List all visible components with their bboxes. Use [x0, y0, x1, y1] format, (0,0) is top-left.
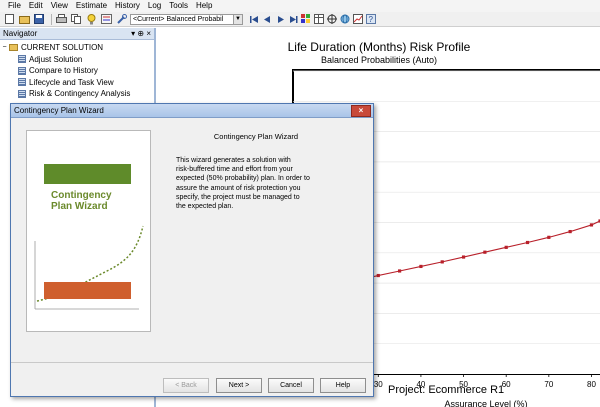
globe-icon[interactable] [340, 14, 350, 24]
tree-item-label: Risk & Contingency Analysis [29, 89, 131, 99]
back-button[interactable]: < Back [163, 378, 209, 393]
prev-icon[interactable] [262, 14, 272, 24]
illustration-orange-bar [44, 282, 131, 299]
solution-select-value: <Current> Balanced Probabil [133, 15, 224, 23]
tree-item-risk-contingency[interactable]: Risk & Contingency Analysis [0, 88, 154, 100]
data-point [440, 260, 444, 264]
open-icon[interactable] [18, 14, 30, 25]
menu-file[interactable]: File [4, 0, 25, 12]
navigator-header: Navigator ▾ ⊕ × [0, 28, 154, 40]
series-line [356, 220, 600, 281]
contingency-plan-wizard-dialog: Contingency Plan Wizard × Contingency Pl… [10, 103, 374, 397]
svg-text:?: ? [369, 15, 374, 24]
save-icon[interactable] [33, 14, 45, 25]
x-tick-label: 70 [544, 380, 553, 389]
illustration-title-line-1: Contingency [51, 190, 112, 201]
new-icon[interactable] [3, 14, 15, 25]
data-point [547, 235, 551, 239]
view-icon [18, 55, 26, 64]
tree-item-label: Compare to History [29, 66, 98, 76]
menu-log[interactable]: Log [144, 0, 165, 12]
folder-icon [9, 44, 18, 52]
data-point [397, 269, 402, 273]
project-label: Project: Ecommerce R1 [388, 384, 505, 396]
grid-icon[interactable] [301, 14, 311, 24]
chevron-down-icon[interactable]: ▼ [233, 14, 242, 24]
help-button[interactable]: Help [320, 378, 366, 393]
next-button[interactable]: Next > [216, 378, 262, 393]
wizard-illustration [26, 130, 151, 332]
app-window: File Edit View Estimate History Log Tool… [0, 0, 600, 407]
tree-item-compare-history[interactable]: Compare to History [0, 65, 154, 77]
wizard-description: This wizard generates a solution with ri… [176, 157, 310, 211]
menu-edit[interactable]: Edit [25, 0, 47, 12]
toolbar: <Current> Balanced Probabil ▼ ? [0, 12, 600, 27]
data-point [568, 229, 572, 234]
chart-tool-icon[interactable] [353, 14, 363, 24]
view-icon [18, 66, 26, 75]
dialog-divider [11, 362, 373, 363]
tree-item-lifecycle[interactable]: Lifecycle and Task View [0, 77, 154, 89]
tree-item-label: Lifecycle and Task View [29, 77, 114, 87]
data-point [525, 240, 530, 245]
next-icon[interactable] [288, 14, 298, 24]
menu-bar: File Edit View Estimate History Log Tool… [0, 0, 600, 12]
menu-help[interactable]: Help [192, 0, 216, 12]
data-point [376, 273, 380, 278]
menu-history[interactable]: History [111, 0, 144, 12]
illustration-green-bar [44, 164, 131, 184]
tree-item-label: Adjust Solution [29, 54, 83, 64]
options-icon[interactable] [100, 14, 112, 25]
dialog-title: Contingency Plan Wizard [14, 106, 104, 115]
first-icon[interactable] [249, 14, 259, 24]
copy-icon[interactable] [70, 14, 82, 25]
x-tick-label: 30 [374, 380, 383, 389]
data-point [589, 223, 594, 227]
tree-root[interactable]: − CURRENT SOLUTION [0, 42, 154, 54]
table-icon[interactable] [314, 14, 324, 24]
pin-icon[interactable]: ▾ ⊕ × [131, 29, 151, 38]
illustration-title: Contingency Plan Wizard [51, 190, 131, 212]
menu-tools[interactable]: Tools [165, 0, 192, 12]
tree-item-adjust-solution[interactable]: Adjust Solution [0, 54, 154, 66]
collapse-icon[interactable]: − [0, 44, 9, 51]
dialog-titlebar[interactable]: Contingency Plan Wizard × [11, 104, 373, 118]
menu-view[interactable]: View [47, 0, 72, 12]
wrench-icon[interactable] [115, 13, 127, 25]
cancel-button[interactable]: Cancel [268, 378, 314, 393]
navigator-title: Navigator [3, 29, 38, 38]
navigator-controls[interactable]: ▾ ⊕ × [131, 29, 151, 38]
toolbar-separator [51, 13, 52, 25]
data-point [483, 250, 487, 254]
s-curve-graphic [34, 225, 144, 310]
data-point [461, 255, 466, 259]
data-point [504, 245, 508, 249]
data-point [419, 264, 423, 269]
print-icon[interactable] [55, 14, 67, 25]
play-icon[interactable] [275, 14, 285, 24]
target-icon[interactable] [327, 14, 337, 24]
view-icon [18, 89, 26, 98]
x-tick-label: 80 [587, 380, 596, 389]
close-button[interactable]: × [351, 104, 371, 117]
lightbulb-icon[interactable] [85, 13, 97, 25]
navigator-tree: − CURRENT SOLUTION Adjust Solution Compa… [0, 40, 154, 100]
tree-root-label: CURRENT SOLUTION [21, 43, 104, 53]
view-icon [18, 78, 26, 87]
help-icon[interactable]: ? [366, 14, 376, 24]
menu-estimate[interactable]: Estimate [72, 0, 111, 12]
solution-select[interactable]: <Current> Balanced Probabil ▼ [130, 13, 243, 25]
x-axis-label: Assurance Level (%) [444, 399, 527, 407]
wizard-heading: Contingency Plan Wizard [213, 132, 299, 141]
illustration-title-line-2: Plan Wizard [51, 201, 108, 212]
